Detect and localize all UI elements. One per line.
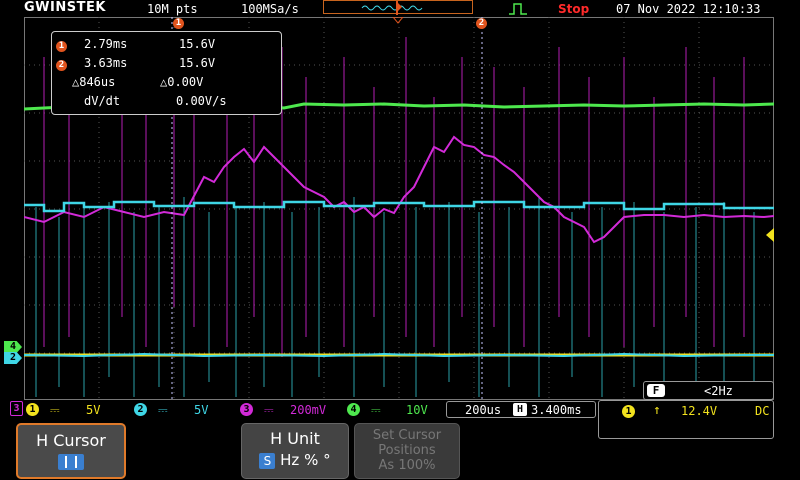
ch2-ground-marker[interactable]: 2 — [4, 352, 22, 364]
ch3-side-marker: 3 — [10, 401, 23, 416]
trigger-frequency-box: F <2Hz — [643, 381, 774, 400]
timebase-scale: 200us — [465, 403, 502, 417]
delta-volt: △0.00V — [160, 75, 204, 89]
h-unit-label: H Unit — [270, 429, 320, 448]
cursor2-time: 3.63ms — [84, 56, 128, 70]
ch1-badge: 1 — [26, 403, 39, 416]
cursor1-marker[interactable]: 1 — [173, 18, 184, 29]
sample-rate: 100MSa/s — [241, 2, 299, 16]
ch4-coupling-icon: ⎓ — [371, 403, 381, 417]
set-cursor-line3: As 100% — [378, 458, 436, 473]
cursor1-volt: 15.6V — [179, 37, 216, 51]
top-status-bar: GWINSTEK 10M pts 100MSa/s Stop 07 Nov 20… — [0, 0, 800, 18]
cursor-select-icon — [58, 454, 84, 470]
set-cursor-line1: Set Cursor — [372, 428, 442, 443]
ch2-scale: 5V — [194, 403, 209, 417]
memory-depth: 10M pts — [147, 2, 198, 16]
run-stop-status[interactable]: Stop — [558, 2, 589, 16]
ch2-coupling-icon: ⎓ — [158, 403, 168, 417]
ch3-coupling-icon: ⎓ — [264, 403, 274, 417]
h-unit-seconds-option: S — [259, 453, 276, 469]
dvdt-label: dV/dt — [84, 94, 121, 108]
set-cursor-positions-softkey[interactable]: Set Cursor Positions As 100% — [354, 423, 460, 479]
ch4-badge: 4 — [347, 403, 360, 416]
ch1-scale: 5V — [86, 403, 101, 417]
ch3-scale: 200mV — [290, 403, 327, 417]
horizontal-position-icon: H — [513, 403, 527, 416]
cursor-readout-panel: 1 2.79ms 15.6V 2 3.63ms 15.6V △846us △0.… — [51, 31, 282, 115]
cursor2-marker[interactable]: 2 — [476, 18, 487, 29]
waveform-overview — [323, 0, 473, 15]
trigger-level: 12.4V — [681, 404, 718, 418]
cursor1-icon: 1 — [56, 41, 67, 52]
cursor1-time: 2.79ms — [84, 37, 128, 51]
ch2-badge: 2 — [134, 403, 147, 416]
delta-time: △846us — [72, 75, 116, 89]
h-unit-other-options: Hz % ° — [280, 451, 331, 469]
date-time: 07 Nov 2022 12:10:33 — [616, 2, 761, 16]
trigger-source-badge: 1 — [622, 405, 635, 418]
h-unit-softkey[interactable]: H Unit S Hz % ° — [241, 423, 349, 479]
set-cursor-line2: Positions — [378, 443, 436, 458]
trigger-frequency: <2Hz — [704, 384, 733, 398]
trigger-info-box[interactable]: 1 ↑ 12.4V DC — [598, 400, 774, 439]
trigger-coupling: DC — [755, 404, 770, 418]
frequency-icon: F — [647, 384, 665, 397]
ch3-badge: 3 — [240, 403, 253, 416]
dvdt-value: 0.00V/s — [176, 94, 227, 108]
timebase-box[interactable]: 200us H 3.400ms — [446, 401, 596, 418]
ch1-coupling-icon: ⎓ — [50, 403, 60, 417]
h-cursor-label: H Cursor — [36, 431, 106, 450]
trigger-edge-icon — [509, 3, 527, 15]
h-cursor-softkey[interactable]: H Cursor — [16, 423, 126, 479]
ch4-scale: 10V — [406, 403, 428, 417]
timebase-position: 3.400ms — [531, 403, 582, 417]
cursor2-volt: 15.6V — [179, 56, 216, 70]
cursor2-icon: 2 — [56, 60, 67, 71]
overview-wave-icon — [361, 1, 423, 15]
rising-edge-icon: ↑ — [653, 403, 661, 418]
brand-logo: GWINSTEK — [24, 0, 106, 15]
ch4-ground-marker[interactable]: 4 — [4, 341, 22, 353]
